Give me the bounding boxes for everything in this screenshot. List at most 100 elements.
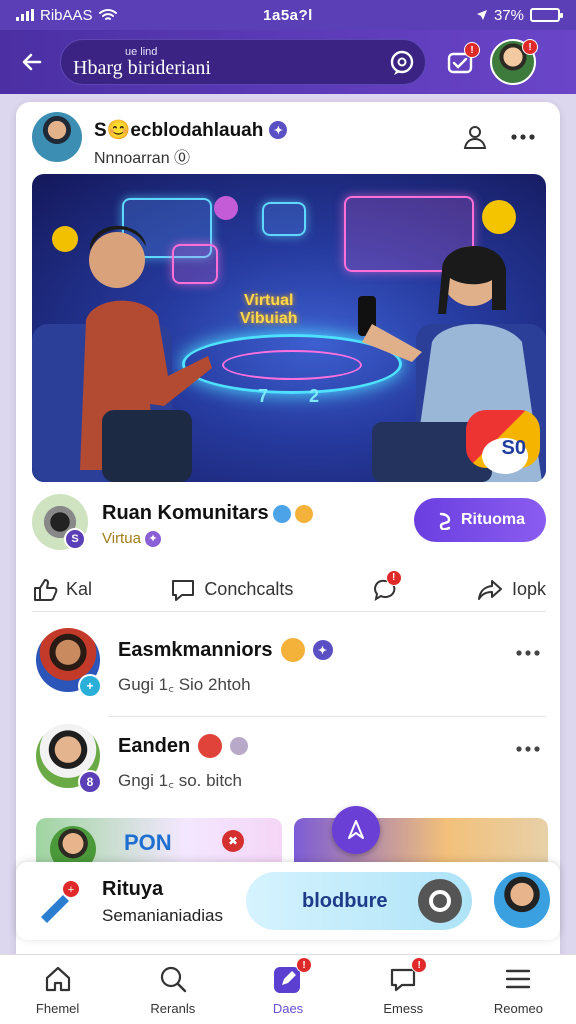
community-name-row: Ruan Komunitars [102,502,313,525]
post-header: S😊ecblodahlauah ✦ Nnnoarran ⓪ [32,112,544,167]
profile-badge: ! [522,39,538,55]
mini-player-title: Rituya [102,878,164,900]
commenter-avatar[interactable]: + [36,628,102,698]
commenter-name-row: Eanden [118,734,249,758]
community-avatar[interactable]: S [32,494,88,550]
nav-label: Reranls [150,1001,196,1016]
post-hero-image[interactable]: Virtual Vibuiah 7 2 S0 [32,174,546,482]
chat-bubble-icon [390,50,414,75]
top-bar: ue lind Hbarg birideriani ! ! [0,30,576,94]
smile-emoji-icon [294,504,313,523]
man-figure [62,220,212,482]
profile-avatar[interactable]: ! [490,39,538,85]
hero-sign: Virtual Vibuiah [240,292,298,327]
floating-orb [214,196,238,220]
mini-player-icon: + [32,876,82,926]
share-label: Iopk [511,579,546,599]
comment-item[interactable]: + Easmkmanniors ✦ Gugi 1꜀ Sio 2htoh [32,624,546,714]
commenter-avatar[interactable]: 8 [36,724,102,794]
commenter-badge: + [78,674,102,698]
status-bar: RibAAS 1a5a?l 37% [0,0,576,30]
mini-player-badge: + [68,884,74,896]
nav-label: Reomeo [493,1001,543,1016]
verified-icon: ✦ [269,121,288,139]
community-name[interactable]: Ruan Komunitars [102,502,269,525]
nav-badge: ! [411,957,428,973]
sparkle-icon [439,512,451,530]
back-button[interactable] [12,42,52,82]
carrier-name: RibAAS [40,6,93,24]
nav-item-search[interactable]: Reranls [115,955,230,1024]
create-fab-button[interactable] [332,806,380,854]
share-arrow-icon [477,579,502,600]
join-community-button[interactable]: Rituoma [414,498,546,542]
comment-label: Conchcalts [204,579,294,599]
record-icon [418,879,462,923]
angry-emoji-icon [198,734,223,758]
comment-meta: Gngi 1꜀ so. bitch [118,771,243,790]
post-subtitle: Nnnoarran ⓪ [94,150,191,167]
like-button[interactable]: Kal [32,568,92,612]
share-button[interactable]: Iopk [476,568,546,612]
nav-label: Fhemel [35,1001,80,1016]
menu-icon [506,969,531,989]
more-dots-icon [511,134,535,140]
community-tag: Virtua [102,530,141,547]
hero-badge: S0 [501,437,526,459]
community-avatar-badge: S [64,528,86,550]
mini-player[interactable]: + Rituya Semanianiadias blodbure [16,862,560,940]
commenter-name[interactable]: Easmkmanniors [118,639,273,662]
wifi-icon [98,9,117,20]
community-tag-row: Virtua ✦ [102,530,161,547]
mini-player-action-button[interactable]: blodbure [246,872,472,930]
more-dots-icon [516,746,540,752]
author-name[interactable]: S😊ecblodahlauah [94,118,263,142]
location-icon [476,10,487,20]
nav-item-create[interactable]: ! Daes [230,955,345,1024]
comment-icon [172,579,195,601]
back-arrow-icon [22,53,42,71]
comment-item[interactable]: 8 Eanden Gngi 1꜀ so. bitch [32,720,546,810]
signal-icon [16,9,34,21]
alert-badge: ! [385,569,402,586]
angry-emoji-icon [280,638,305,662]
nav-item-home[interactable]: Fhemel [0,955,115,1024]
author-avatar[interactable] [32,112,82,162]
verified-icon: ✦ [312,640,333,660]
mini-player-avatar[interactable] [494,872,550,928]
chat-button[interactable] [383,44,421,82]
battery-percent: 37% [493,6,524,24]
like-label: Kal [66,579,93,599]
person-icon [463,126,487,149]
title-pill[interactable]: ue lind Hbarg birideriani [60,39,426,85]
mini-player-subtitle: Semanianiadias [102,906,223,925]
reply-alert-button[interactable]: ! [372,568,402,612]
divider [108,716,546,717]
nav-item-menu[interactable]: Reomeo [461,955,576,1024]
comment-button[interactable]: Conchcalts [170,568,293,612]
comment-more-button[interactable] [510,638,546,668]
follow-button[interactable] [458,120,492,154]
join-label: Rituoma [461,511,525,528]
bottom-nav: Fhemel Reranls ! Daes ! Emess Reomeo [0,954,576,1024]
title-small: ue lind [125,45,158,58]
verified-icon: ✦ [144,530,161,547]
author-name-row: S😊ecblodahlauah ✦ [94,118,288,142]
commenter-name[interactable]: Eanden [118,735,190,758]
search-icon [160,966,186,993]
battery-icon [530,8,563,22]
comment-more-button[interactable] [510,734,546,764]
hero-text-2: Vibuiah [240,309,298,327]
globe-emoji-icon [272,504,291,523]
nav-item-messages[interactable]: ! Emess [346,955,461,1024]
notifications-button[interactable]: ! [440,42,480,82]
commenter-name-row: Easmkmanniors ✦ [118,638,333,662]
gem-icon [230,737,249,755]
post-more-button[interactable] [506,120,540,154]
tile-badge: ✖ [222,830,244,852]
commenter-badge: 8 [78,770,102,794]
hologram-panel [262,202,306,236]
post-actions: Kal Conchcalts ! Iopk [32,568,546,612]
wand-icon: + [41,881,79,923]
hero-text-1: Virtual [244,292,294,309]
